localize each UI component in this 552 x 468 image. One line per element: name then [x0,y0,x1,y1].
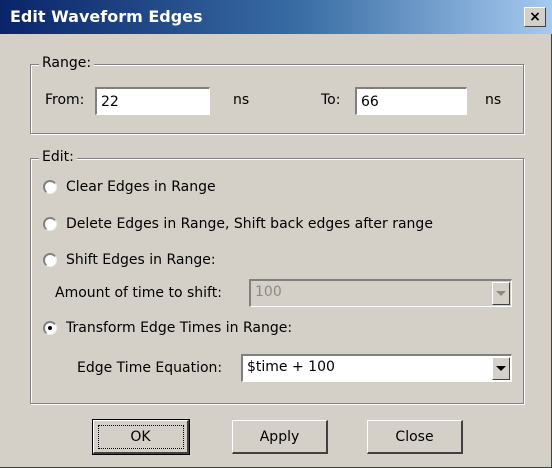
radio-button[interactable] [43,321,57,335]
shift-amount-value: 100 [255,284,282,300]
apply-button-label: Apply [259,428,300,445]
radio-label: Transform Edge Times in Range: [66,320,293,336]
range-group: Range: From: ns To: ns [30,55,524,134]
close-icon[interactable]: × [524,7,546,27]
edit-waveform-edges-dialog: Edit Waveform Edges × Range: From: ns To… [0,0,552,468]
from-label: From: [45,92,85,108]
ok-button[interactable]: OK [92,419,190,455]
radio-label: Shift Edges in Range: [66,252,216,268]
window-title: Edit Waveform Edges [10,7,203,26]
to-label: To: [321,92,341,108]
equation-value: $time + 100 [247,359,335,375]
radio-shift-edges[interactable]: Shift Edges in Range: [43,252,216,268]
radio-button[interactable] [43,253,57,267]
close-button[interactable]: Close [367,420,463,454]
radio-selected-dot [48,326,52,330]
to-unit-label: ns [485,92,502,108]
radio-button[interactable] [43,180,57,194]
shift-amount-label: Amount of time to shift: [55,285,222,301]
edit-group: Edit: Clear Edges in Range Delete Edges … [30,149,524,404]
title-bar[interactable]: Edit Waveform Edges × [0,0,552,34]
radio-button[interactable] [43,217,57,231]
radio-label: Clear Edges in Range [66,179,216,195]
chevron-down-icon[interactable] [492,357,510,380]
radio-transform-edges[interactable]: Transform Edge Times in Range: [43,320,292,336]
edit-legend: Edit: [39,149,77,165]
shift-amount-combo: 100 [249,279,512,307]
apply-button[interactable]: Apply [232,420,328,454]
radio-delete-edges[interactable]: Delete Edges in Range, Shift back edges … [43,216,433,232]
from-unit-label: ns [233,92,250,108]
radio-clear-edges[interactable]: Clear Edges in Range [43,179,216,195]
from-input[interactable] [95,87,210,115]
ok-button-label: OK [130,428,151,445]
to-input[interactable] [355,87,467,115]
close-symbol: × [529,9,541,25]
close-button-label: Close [395,428,434,445]
chevron-down-icon [492,282,510,305]
range-legend: Range: [39,55,95,71]
radio-label: Delete Edges in Range, Shift back edges … [66,216,433,232]
equation-label: Edge Time Equation: [77,360,223,376]
equation-combo[interactable]: $time + 100 [241,354,512,382]
